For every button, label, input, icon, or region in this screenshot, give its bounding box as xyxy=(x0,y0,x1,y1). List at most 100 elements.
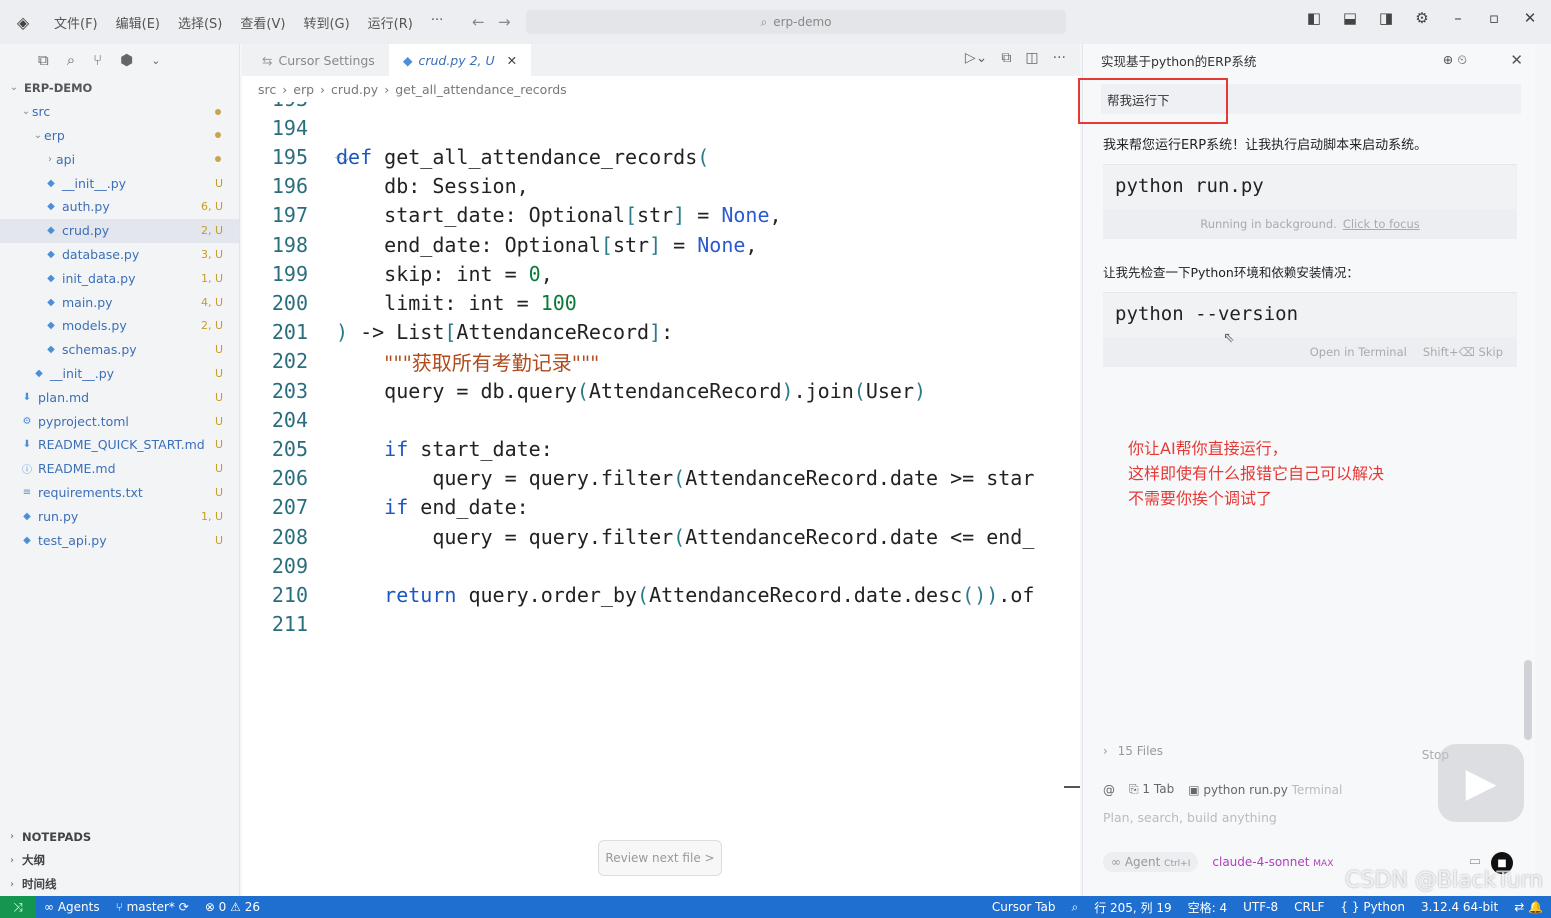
code-line[interactable]: 210 return query.order_by(AttendanceReco… xyxy=(242,580,1080,609)
menu-item[interactable]: 转到(G) xyxy=(295,13,357,32)
files-icon[interactable]: ⧉ xyxy=(38,51,49,69)
code-line[interactable]: 197 start_date: Optional[str] = None, xyxy=(242,201,1080,230)
more-icon[interactable]: ··· xyxy=(1053,50,1066,66)
tab-context-chip[interactable]: ⎘ 1 Tab xyxy=(1129,782,1174,797)
chat-input[interactable]: Plan, search, build anything xyxy=(1103,810,1277,825)
code-line[interactable]: 194 xyxy=(242,113,1080,142)
notifications-icon[interactable]: ⇄ 🔔 xyxy=(1506,900,1551,914)
toggle-sidebar-icon[interactable]: ◧ xyxy=(1303,9,1325,27)
close-icon[interactable]: ✕ xyxy=(507,53,517,68)
file-tree-item[interactable]: ⬇ README_QUICK_START.md U xyxy=(0,433,239,457)
file-tree-item[interactable]: › api xyxy=(0,147,239,171)
history-icon[interactable]: ⊕ ⏲ xyxy=(1443,52,1467,68)
code-line[interactable]: 195 def get_all_attendance_records( xyxy=(242,142,1080,171)
scrollbar[interactable] xyxy=(1524,660,1532,740)
chevron-down-icon[interactable]: ⌄ xyxy=(151,54,160,67)
code-line[interactable]: 193 xyxy=(242,102,1080,113)
code-line[interactable]: 211 xyxy=(242,610,1080,639)
editor-tab[interactable]: ◆ crud.py 2, U ✕ xyxy=(388,44,532,76)
file-tree-item[interactable]: ⚙ pyproject.toml U xyxy=(0,409,239,433)
code-line[interactable]: 205 if start_date: xyxy=(242,434,1080,463)
files-summary[interactable]: › 15 Files xyxy=(1103,744,1163,758)
image-icon[interactable]: ▭ xyxy=(1469,854,1481,869)
encoding[interactable]: UTF-8 xyxy=(1235,900,1286,914)
close-window-icon[interactable]: ✕ xyxy=(1519,9,1541,27)
file-tree-item[interactable]: ⌄ src xyxy=(0,100,239,124)
indentation[interactable]: 空格: 4 xyxy=(1180,899,1236,916)
review-next-file-button[interactable]: Review next file > xyxy=(598,840,722,876)
code-line[interactable]: 201) -> List[AttendanceRecord]: xyxy=(242,318,1080,347)
extensions-icon[interactable]: ⬢ xyxy=(120,51,133,69)
code-line[interactable]: 198 end_date: Optional[str] = None, xyxy=(242,230,1080,259)
forward-icon[interactable]: → xyxy=(491,13,517,31)
menu-item[interactable]: ··· xyxy=(423,13,451,32)
language-mode[interactable]: { } Python xyxy=(1332,900,1413,914)
menu-item[interactable]: 查看(V) xyxy=(232,13,293,32)
problems-status[interactable]: ⊗ 0 ⚠ 26 xyxy=(197,900,268,914)
file-tree-item[interactable]: ◆ __init__.py U xyxy=(0,362,239,386)
python-version[interactable]: 3.12.4 64-bit xyxy=(1413,900,1506,914)
maximize-icon[interactable]: ▫ xyxy=(1483,9,1505,27)
agents-status[interactable]: ∞ Agents xyxy=(36,900,108,914)
chat-tab[interactable]: 实现基于python的ERP系统 ⊕ ⏲ ✕ xyxy=(1083,44,1535,76)
menu-item[interactable]: 选择(S) xyxy=(170,13,230,32)
remote-icon[interactable]: ⤨ xyxy=(0,896,36,918)
video-play-icon[interactable]: ▶ xyxy=(1438,744,1524,822)
code-line[interactable]: 203 query = db.query(AttendanceRecord).j… xyxy=(242,376,1080,405)
file-tree-item[interactable]: ◆ test_api.py U xyxy=(0,528,239,552)
branch-status[interactable]: ⑂ master* ⟳ xyxy=(108,900,197,914)
terminal-context-chip[interactable]: ▣ python run.py Terminal xyxy=(1188,783,1342,797)
at-icon[interactable]: @ xyxy=(1103,783,1115,797)
cursor-tab-status[interactable]: Cursor Tab xyxy=(984,900,1064,914)
file-tree-item[interactable]: ◆ crud.py 2, U xyxy=(0,218,239,243)
file-tree-item[interactable]: ⓘ README.md U xyxy=(0,457,239,481)
skip-button[interactable]: Shift+⌫ Skip xyxy=(1423,345,1503,359)
file-tree-item[interactable]: ◆ auth.py 6, U xyxy=(0,195,239,219)
file-tree-item[interactable]: ◆ schemas.py U xyxy=(0,338,239,362)
command-center-search[interactable]: ⌕ erp-demo xyxy=(526,10,1066,34)
menu-item[interactable]: 文件(F) xyxy=(46,13,106,32)
file-tree-item[interactable]: ◆ init_data.py 1, U xyxy=(0,266,239,290)
file-tree-item[interactable]: ⬇ plan.md U xyxy=(0,385,239,409)
code-line[interactable]: 200 limit: int = 100 xyxy=(242,288,1080,317)
explorer-root[interactable]: ⌄ ERP-DEMO xyxy=(0,76,239,100)
click-to-focus-link[interactable]: Click to focus xyxy=(1343,217,1420,231)
file-tree-item[interactable]: ◆ main.py 4, U xyxy=(0,290,239,314)
code-view[interactable]: ✧⌄ 193194195def get_all_attendance_recor… xyxy=(242,102,1080,722)
file-tree-item[interactable]: ◆ run.py 1, U xyxy=(0,504,239,528)
file-tree-item[interactable]: ⌄ erp xyxy=(0,124,239,148)
file-tree-item[interactable]: ≡ requirements.txt U xyxy=(0,481,239,505)
line-ending[interactable]: CRLF xyxy=(1286,900,1332,914)
code-line[interactable]: 206 query = query.filter(AttendanceRecor… xyxy=(242,464,1080,493)
terminal-command-block[interactable]: python --version Open in Terminal Shift+… xyxy=(1103,292,1517,367)
editor-tab[interactable]: ⇆ Cursor Settings xyxy=(248,44,389,76)
cursor-position[interactable]: 行 205, 列 19 xyxy=(1086,899,1179,916)
open-in-terminal-button[interactable]: Open in Terminal xyxy=(1310,345,1407,359)
run-icon[interactable]: ▷⌄ xyxy=(965,50,988,66)
breadcrumb-item[interactable]: erp xyxy=(293,82,314,97)
source-control-icon[interactable]: ⑂ xyxy=(93,51,102,69)
compare-icon[interactable]: ⧉ xyxy=(1001,50,1011,66)
sidebar-section[interactable]: › 时间线 xyxy=(0,872,240,896)
code-line[interactable]: 207 if end_date: xyxy=(242,493,1080,522)
sidebar-section[interactable]: › NOTEPADS xyxy=(0,825,240,849)
back-icon[interactable]: ← xyxy=(465,13,491,31)
minimize-icon[interactable]: – xyxy=(1447,9,1469,27)
model-selector[interactable]: claude-4-sonnet MAX xyxy=(1212,855,1333,869)
code-line[interactable]: 196 db: Session, xyxy=(242,172,1080,201)
toggle-panel-icon[interactable]: ⬓ xyxy=(1339,9,1361,27)
code-line[interactable]: 199 skip: int = 0, xyxy=(242,259,1080,288)
terminal-command-block[interactable]: python run.py Running in background. Cli… xyxy=(1103,164,1517,239)
file-tree-item[interactable]: ◆ models.py 2, U xyxy=(0,314,239,338)
file-tree-item[interactable]: ◆ database.py 3, U xyxy=(0,243,239,267)
code-line[interactable]: 208 query = query.filter(AttendanceRecor… xyxy=(242,522,1080,551)
agent-mode-selector[interactable]: ∞ Agent Ctrl+I xyxy=(1103,852,1199,872)
sidebar-section[interactable]: › 大纲 xyxy=(0,848,240,872)
menu-item[interactable]: 编辑(E) xyxy=(108,13,168,32)
breadcrumb-item[interactable]: get_all_attendance_records xyxy=(395,82,566,97)
zoom-icon[interactable]: ⌕ xyxy=(1063,900,1086,915)
code-line[interactable]: 209 xyxy=(242,551,1080,580)
toggle-secondary-sidebar-icon[interactable]: ◨ xyxy=(1375,9,1397,27)
breadcrumb-item[interactable]: crud.py xyxy=(331,82,378,97)
file-tree-item[interactable]: ◆ __init__.py U xyxy=(0,171,239,195)
